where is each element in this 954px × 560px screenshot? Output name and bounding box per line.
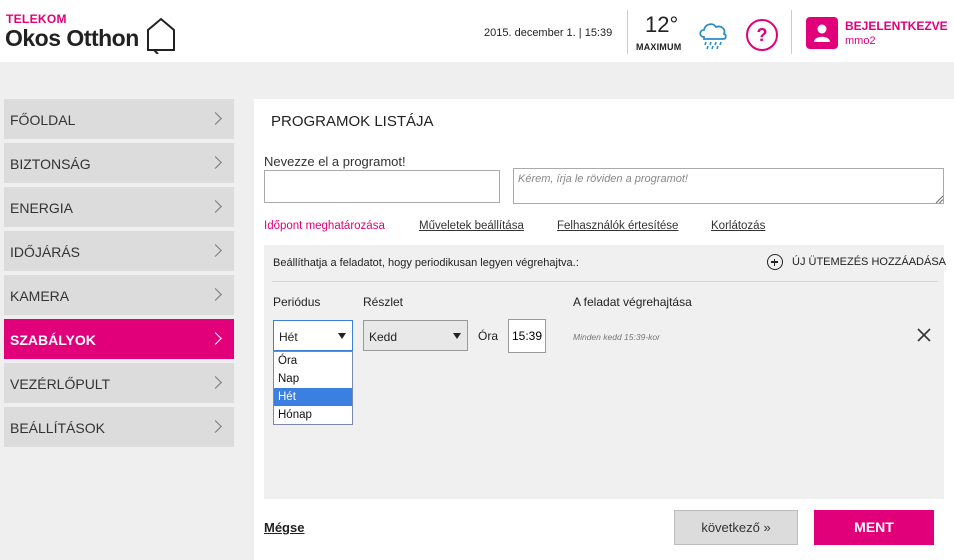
page-title: PROGRAMOK LISTÁJA: [271, 113, 434, 130]
detail-select-value: Kedd: [369, 330, 398, 344]
chevron-right-icon: [209, 244, 222, 257]
period-option-het[interactable]: Hét: [274, 388, 352, 406]
chevron-right-icon: [209, 420, 222, 433]
chevron-right-icon: [209, 156, 222, 169]
sidebar-item-label: FŐOLDAL: [10, 112, 76, 128]
sidebar-item-label: KAMERA: [10, 288, 70, 304]
resize-grip-icon[interactable]: [935, 195, 943, 203]
sidebar-item-szabalyok[interactable]: SZABÁLYOK: [4, 319, 234, 359]
chevron-right-icon: [209, 288, 222, 301]
divider: [791, 10, 792, 54]
column-execution: A feladat végrehajtása: [573, 295, 692, 309]
period-select[interactable]: Hét: [273, 320, 353, 351]
house-logo-icon: [147, 17, 175, 54]
sidebar-item-label: VEZÉRLŐPULT: [10, 376, 111, 392]
current-datetime: 2015. december 1. | 15:39: [484, 27, 613, 39]
detail-select[interactable]: Kedd: [363, 320, 468, 351]
period-option-honap[interactable]: Hónap: [274, 406, 352, 424]
cancel-link[interactable]: Mégse: [264, 520, 304, 535]
period-option-ora[interactable]: Óra: [274, 352, 352, 370]
schedule-description: Beállíthatja a feladatot, hogy periodiku…: [273, 257, 579, 269]
user-silhouette-icon: [814, 24, 830, 42]
caret-down-icon: [453, 333, 461, 339]
column-period: Periódus: [273, 295, 321, 309]
time-label: Óra: [478, 329, 499, 343]
program-name-input[interactable]: [264, 170, 500, 203]
column-detail: Részlet: [363, 295, 404, 309]
main-panel: PROGRAMOK LISTÁJA Nevezze el a programot…: [254, 99, 954, 560]
brand-telekom: TELEKOM: [6, 12, 67, 26]
tab-muveletek[interactable]: Műveletek beállítása: [419, 220, 524, 232]
temperature-label: MAXIMUM: [636, 42, 682, 52]
help-icon[interactable]: ?: [746, 19, 778, 51]
sidebar: FŐOLDAL BIZTONSÁG ENERGIA IDŐJÁRÁS KAMER…: [4, 99, 234, 451]
period-dropdown-list: Óra Nap Hét Hónap: [273, 351, 353, 425]
divider: [272, 281, 938, 282]
add-schedule-label: ÚJ ÜTEMEZÉS HOZZÁADÁSA: [792, 256, 947, 268]
save-button[interactable]: MENT: [814, 510, 934, 545]
sidebar-item-idojaras[interactable]: IDŐJÁRÁS: [4, 231, 234, 271]
brand-title: Okos Otthon: [5, 25, 139, 51]
chevron-right-icon: [209, 200, 222, 213]
login-status: BEJELENTKEZVE: [845, 19, 948, 33]
chevron-right-icon: [209, 376, 222, 389]
next-button[interactable]: következő »: [674, 510, 798, 545]
tab-idopont[interactable]: Időpont meghatározása: [264, 220, 385, 232]
tab-korlatozas[interactable]: Korlátozás: [711, 220, 765, 232]
sidebar-item-label: ENERGIA: [10, 200, 74, 216]
user-icon[interactable]: [806, 17, 838, 49]
divider: [627, 10, 628, 54]
sidebar-item-kamera[interactable]: KAMERA: [4, 275, 234, 315]
program-name-label: Nevezze el a programot!: [264, 154, 406, 169]
chevron-right-icon: [209, 332, 222, 345]
user-name: mmo2: [845, 35, 876, 47]
plus-circle-icon: [767, 254, 783, 270]
sidebar-item-biztonsag[interactable]: BIZTONSÁG: [4, 143, 234, 183]
chevron-right-icon: [209, 112, 222, 125]
temperature-value: 12°: [645, 12, 679, 37]
sidebar-item-fooldal[interactable]: FŐOLDAL: [4, 99, 234, 139]
header: TELEKOM Okos Otthon 2015. december 1. | …: [0, 0, 954, 62]
rain-cloud-icon: [699, 23, 727, 50]
caret-down-icon: [338, 333, 346, 339]
period-select-value: Hét: [279, 330, 298, 344]
sidebar-item-energia[interactable]: ENERGIA: [4, 187, 234, 227]
program-description-input[interactable]: [513, 168, 944, 204]
sidebar-item-beallitasok[interactable]: BEÁLLÍTÁSOK: [4, 407, 234, 447]
sidebar-item-vezerlopult[interactable]: VEZÉRLŐPULT: [4, 363, 234, 403]
sidebar-item-label: BEÁLLÍTÁSOK: [10, 420, 105, 436]
sidebar-item-label: SZABÁLYOK: [10, 332, 96, 348]
period-option-nap[interactable]: Nap: [274, 370, 352, 388]
time-input[interactable]: [508, 319, 546, 353]
schedule-panel: Beállíthatja a feladatot, hogy periodiku…: [264, 245, 947, 499]
tab-felhasznalok[interactable]: Felhasználók értesítése: [557, 220, 678, 232]
execution-summary: Minden kedd 15:39-kor: [573, 332, 660, 342]
sidebar-item-label: IDŐJÁRÁS: [10, 244, 81, 260]
sidebar-item-label: BIZTONSÁG: [10, 156, 91, 172]
close-icon[interactable]: [916, 327, 932, 343]
